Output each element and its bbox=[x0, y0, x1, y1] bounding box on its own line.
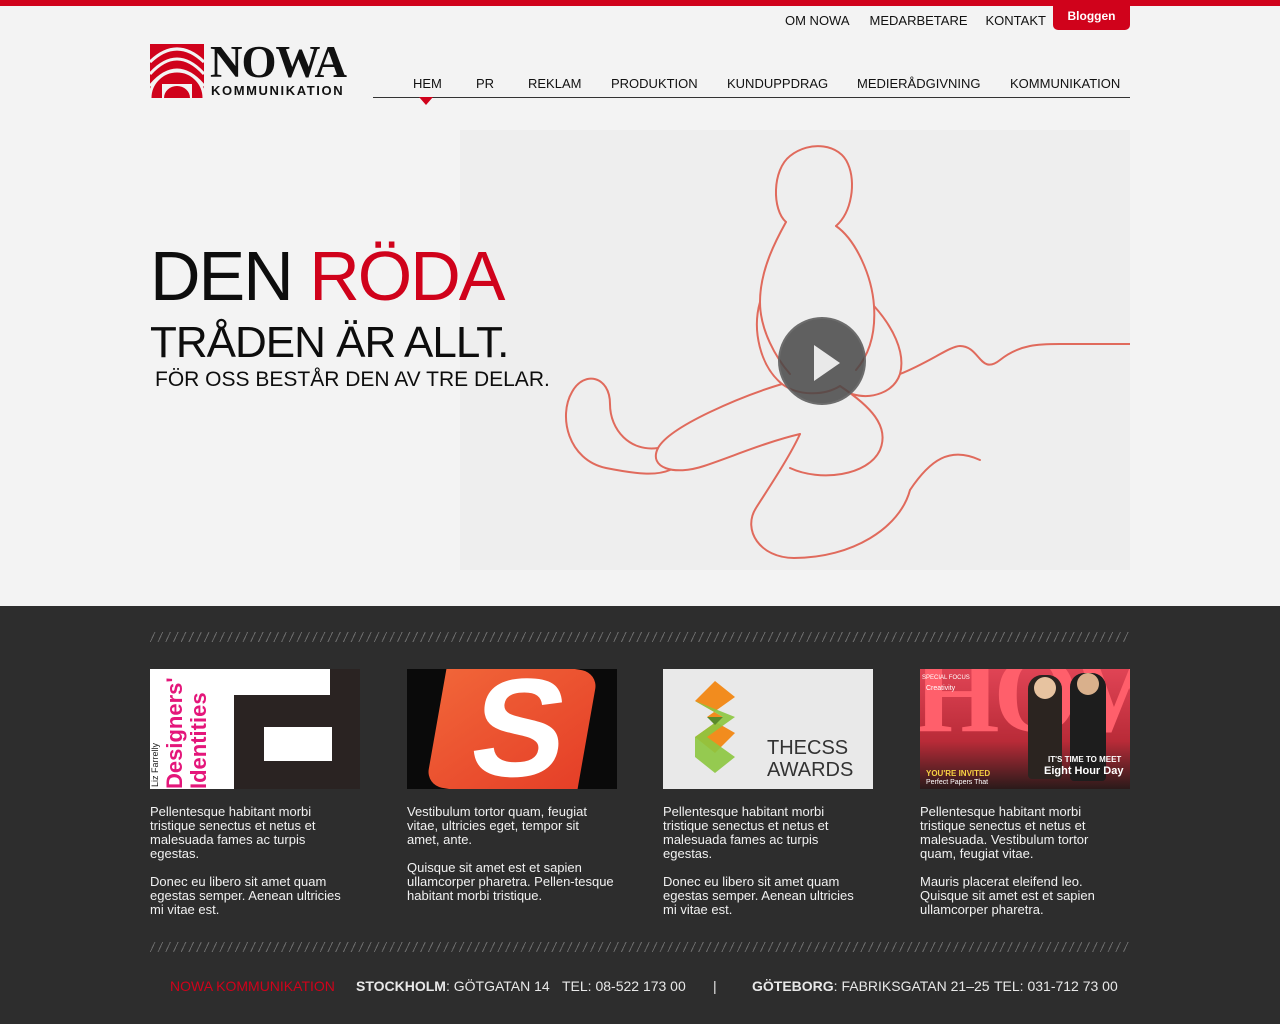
thumb-headline-2: Eight Hour Day bbox=[1044, 765, 1124, 777]
thumb-author: Liz Farrelly bbox=[150, 742, 160, 787]
thumb-title-line1: THECSS bbox=[767, 737, 849, 759]
thumb-invite: YOU'RE INVITED bbox=[926, 769, 991, 778]
thumb-kicker: SPECIAL FOCUS bbox=[922, 675, 970, 681]
hero-headline-part2: RÖDA bbox=[309, 237, 505, 315]
footer-goteborg-label: GÖTEBORG bbox=[752, 978, 834, 994]
thumb-title-line2: AWARDS bbox=[767, 759, 854, 781]
footer-stockholm: STOCKHOLM: GÖTGATAN 14 bbox=[356, 978, 550, 994]
nav-item-kunduppdrag[interactable]: KUNDUPPDRAG bbox=[727, 76, 828, 91]
person-2-head bbox=[1077, 673, 1099, 695]
card-text-1: Vestibulum tortor quam, feugiat vitae, u… bbox=[407, 804, 587, 847]
hero: DEN RÖDA TRÅDEN ÄR ALLT. FÖR OSS BESTÅR … bbox=[150, 130, 1131, 570]
css-awards-logo-icon bbox=[695, 681, 735, 773]
card-thumbnail[interactable]: Designers' Identities Liz Farrelly bbox=[150, 669, 360, 789]
thumb-invite-sub: Perfect Papers That bbox=[926, 779, 989, 786]
nav-item-hem[interactable]: HEM bbox=[413, 76, 442, 91]
footer-brand: NOWA KOMMUNIKATION bbox=[170, 978, 335, 994]
feature-card-1[interactable]: Designers' Identities Liz Farrelly Pelle… bbox=[150, 669, 362, 917]
main-nav: HEM PR REKLAM PRODUKTION KUNDUPPDRAG MED… bbox=[373, 74, 1130, 98]
hatch-divider-bottom bbox=[150, 942, 1130, 952]
footer-goteborg-tel[interactable]: TEL: 031-712 73 00 bbox=[994, 978, 1118, 994]
footer-goteborg: GÖTEBORG: FABRIKSGATAN 21–25 bbox=[752, 978, 990, 994]
footer-stockholm-address: : GÖTGATAN 14 bbox=[445, 978, 550, 994]
footer-goteborg-address: : FABRIKSGATAN 21–25 bbox=[833, 978, 990, 994]
footer-stockholm-tel[interactable]: TEL: 08-522 173 00 bbox=[562, 978, 686, 994]
card-text-1: Pellentesque habitant morbi tristique se… bbox=[663, 804, 829, 861]
top-nav: OM NOWA MEDARBETARE KONTAKT bbox=[770, 12, 1046, 32]
logo-mark-icon bbox=[150, 44, 204, 98]
blog-button[interactable]: Bloggen bbox=[1053, 6, 1130, 30]
top-nav-om-nowa[interactable]: OM NOWA bbox=[785, 12, 850, 32]
card-thumbnail[interactable]: THECSS AWARDS bbox=[663, 669, 873, 789]
thumb-window bbox=[264, 727, 332, 761]
thumb-headline-1: IT'S TIME TO MEET bbox=[1048, 755, 1122, 764]
feature-card-4[interactable]: HOW SPECIAL FOCUS Creativity IT'S TIME T… bbox=[920, 669, 1132, 917]
card-text-2: Quisque sit amet est et sapien ullamcorp… bbox=[407, 860, 614, 903]
hatch-divider-top bbox=[150, 632, 1130, 642]
footer-divider: | bbox=[713, 978, 717, 994]
thumb-title-line1: Designers' bbox=[162, 677, 187, 789]
footer-stockholm-label: STOCKHOLM bbox=[356, 978, 446, 994]
nav-item-medieradgivning[interactable]: MEDIERÅDGIVNING bbox=[857, 76, 981, 91]
top-nav-kontakt[interactable]: KONTAKT bbox=[986, 12, 1046, 32]
card-text-1: Pellentesque habitant morbi tristique se… bbox=[920, 804, 1089, 861]
thumb-title-line2: Identities bbox=[186, 692, 211, 789]
nav-item-produktion[interactable]: PRODUKTION bbox=[611, 76, 698, 91]
featured-section: Designers' Identities Liz Farrelly Pelle… bbox=[0, 606, 1280, 1024]
thumb-notch bbox=[234, 669, 330, 695]
card-text-2: Donec eu libero sit amet quam egestas se… bbox=[150, 874, 341, 917]
feature-card-3[interactable]: THECSS AWARDS Pellentesque habitant morb… bbox=[663, 669, 875, 917]
logo[interactable]: NOWA KOMMUNIKATION bbox=[150, 38, 360, 100]
logo-subtitle: KOMMUNIKATION bbox=[211, 83, 345, 98]
nav-item-kommunikation[interactable]: KOMMUNIKATION bbox=[1010, 76, 1120, 91]
s-logo-letter: S bbox=[462, 669, 578, 789]
feature-card-2[interactable]: S Vestibulum tortor quam, feugiat vitae,… bbox=[407, 669, 619, 903]
top-nav-medarbetare[interactable]: MEDARBETARE bbox=[870, 12, 968, 32]
card-text-2: Donec eu libero sit amet quam egestas se… bbox=[663, 874, 854, 917]
card-text-2: Mauris placerat eleifend leo. Quisque si… bbox=[920, 874, 1095, 917]
nav-item-reklam[interactable]: REKLAM bbox=[528, 76, 581, 91]
play-icon bbox=[814, 345, 840, 381]
thumb-kicker-2: Creativity bbox=[926, 685, 956, 692]
hero-subheadline: TRÅDEN ÄR ALLT. bbox=[150, 318, 509, 367]
logo-wordmark: NOWA bbox=[210, 37, 347, 87]
hero-headline-part1: DEN bbox=[150, 237, 310, 315]
thumb-title: Designers' bbox=[162, 677, 187, 789]
footer: NOWA KOMMUNIKATION STOCKHOLM: GÖTGATAN 1… bbox=[0, 978, 1280, 1000]
card-thumbnail[interactable]: HOW SPECIAL FOCUS Creativity IT'S TIME T… bbox=[920, 669, 1130, 789]
hero-tagline: FÖR OSS BESTÅR DEN AV TRE DELAR. bbox=[155, 368, 550, 391]
person-1-head bbox=[1034, 677, 1056, 699]
card-thumbnail[interactable]: S bbox=[407, 669, 617, 789]
card-text-1: Pellentesque habitant morbi tristique se… bbox=[150, 804, 316, 861]
play-button[interactable] bbox=[778, 317, 866, 405]
hero-headline: DEN RÖDA bbox=[150, 237, 506, 315]
active-nav-indicator bbox=[419, 97, 433, 105]
nav-item-pr[interactable]: PR bbox=[476, 76, 494, 91]
